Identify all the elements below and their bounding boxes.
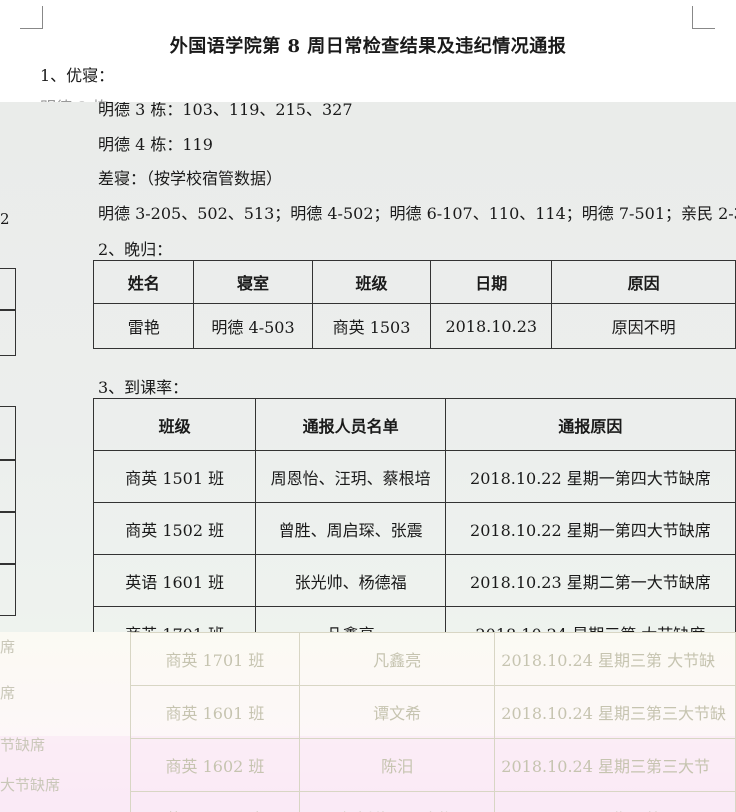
table-header-cell: 日期	[430, 260, 553, 304]
left-edge-table-stub	[0, 564, 16, 616]
table-cell: 凡鑫亮	[298, 632, 496, 686]
table-row: 英语 1601 班 张光帅、杨德福 2018.10.23 星期二第一大节缺席	[92, 554, 736, 607]
good-room-line: 明德 4 栋：119	[98, 135, 213, 154]
table-header-cell: 原因	[551, 260, 736, 304]
section-2-label: 2、晚归：	[98, 240, 173, 259]
table-cell: 2018.10.24 星期三第三大节缺	[494, 685, 736, 739]
table-cell: 2018.10.24 星期三第 大节缺席	[444, 606, 736, 632]
left-edge-table-stub	[0, 268, 16, 310]
table-cell: 原因不明	[551, 303, 736, 349]
table-cell: 明德 4-503	[193, 303, 313, 349]
table-row: 商英 1501 班 周恩怡、汪玥、蔡根培 2018.10.22 星期一第四大节缺…	[92, 450, 736, 503]
table-header-row: 姓名 寝室 班级 日期 原因	[92, 260, 736, 304]
table-cell: 2018.10.22 星期一第四大节缺席	[444, 450, 736, 503]
table-cell: 周恩怡、汪玥、蔡根培	[255, 450, 446, 503]
table-cell: 英语 1501 班	[130, 791, 300, 812]
table-cell: 2018.10.24 星期三第 大节缺	[494, 632, 736, 686]
table-cell: 2018.10.25 星期四第四	[494, 791, 736, 812]
faded-left-fragment: 节缺席	[0, 736, 46, 754]
table-cell: 凡鑫亮	[255, 606, 446, 632]
shifted-content-layer: 明德 3 栋：103、119、215、327 明德 4 栋：119 差寝：（按学…	[0, 102, 736, 632]
faded-content-layer: 席 席 节缺席 大节缺席 商英 1701 班 凡鑫亮 2018.10.24 星期…	[0, 632, 736, 812]
section-3-label: 3、到课率：	[98, 378, 189, 397]
table-row: 英语 1501 班 杨媛位、邓凉依 2018.10.25 星期四第四	[130, 791, 736, 812]
table-header-cell: 姓名	[92, 260, 195, 304]
bad-rooms-label: 差寝：（按学校宿管数据）	[98, 169, 283, 188]
table-cell: 商英 1701 班	[92, 606, 257, 632]
table-cell: 2018.10.24 星期三第三大节	[494, 738, 736, 792]
table-cell: 谭文希	[298, 685, 496, 739]
crop-mark-top-right	[692, 6, 715, 29]
table-cell: 英语 1601 班	[92, 554, 257, 607]
faded-left-fragment: 席	[0, 638, 16, 656]
table-cell: 商英 1601 班	[130, 685, 300, 739]
table-cell: 杨媛位、邓凉依	[298, 791, 496, 812]
left-edge-table-stub	[0, 406, 16, 460]
table-cell: 2018.10.23 星期二第一大节缺席	[444, 554, 736, 607]
left-edge-table-stub	[0, 460, 16, 512]
table-cell: 张光帅、杨德福	[255, 554, 446, 607]
table-cell: 商英 1502 班	[92, 502, 257, 555]
table-cell: 商英 1602 班	[130, 738, 300, 792]
good-room-line: 明德 3 栋：103、119、215、327	[98, 102, 353, 119]
table-row: 商英 1502 班 曾胜、周启琛、张震 2018.10.22 星期一第四大节缺席	[92, 502, 736, 555]
table-header-cell: 通报原因	[444, 398, 736, 451]
table-cell: 陈汨	[298, 738, 496, 792]
faded-left-fragment: 大节缺席	[0, 776, 61, 794]
table-header-cell: 班级	[311, 260, 432, 304]
table-cell: 商英 1501 班	[92, 450, 257, 503]
table-cell: 曾胜、周启琛、张震	[255, 502, 446, 555]
document-title: 外国语学院第 8 周日常检查结果及违纪情况通报	[169, 36, 567, 57]
late-return-table: 姓名 寝室 班级 日期 原因 雷艳 明德 4-503 商英 1503 2018.…	[92, 260, 736, 349]
table-header-cell: 寝室	[193, 260, 313, 304]
left-edge-table-stub	[0, 512, 16, 564]
section-1-label: 1、优寝：	[40, 66, 115, 85]
table-cell: 商英 1701 班	[130, 632, 300, 686]
crop-mark-top-left	[20, 6, 43, 29]
table-cell: 2018.10.22 星期一第四大节缺席	[444, 502, 736, 555]
faded-attendance-table: 商英 1701 班 凡鑫亮 2018.10.24 星期三第 大节缺 商英 160…	[130, 632, 736, 812]
table-cell: 雷艳	[92, 303, 195, 349]
table-row: 商英 1602 班 陈汨 2018.10.24 星期三第三大节	[130, 738, 736, 792]
table-cell: 商英 1503	[311, 303, 432, 349]
left-edge-fragment: 2	[0, 210, 10, 228]
attendance-table: 班级 通报人员名单 通报原因 商英 1501 班 周恩怡、汪玥、蔡根培 2018…	[92, 398, 736, 632]
table-row: 商英 1701 班 凡鑫亮 2018.10.24 星期三第 大节缺席	[92, 606, 736, 632]
table-header-cell: 班级	[92, 398, 257, 451]
faded-left-fragment: 席	[0, 684, 16, 702]
table-header-cell: 通报人员名单	[255, 398, 446, 451]
table-cell: 2018.10.23	[430, 303, 553, 349]
table-row: 雷艳 明德 4-503 商英 1503 2018.10.23 原因不明	[92, 303, 736, 349]
table-row: 商英 1701 班 凡鑫亮 2018.10.24 星期三第 大节缺	[130, 632, 736, 686]
table-row: 商英 1601 班 谭文希 2018.10.24 星期三第三大节缺	[130, 685, 736, 739]
bad-rooms-list: 明德 3-205、502、513；明德 4-502；明德 6-107、110、1…	[98, 204, 736, 223]
left-edge-table-stub	[0, 310, 16, 356]
table-header-row: 班级 通报人员名单 通报原因	[92, 398, 736, 451]
